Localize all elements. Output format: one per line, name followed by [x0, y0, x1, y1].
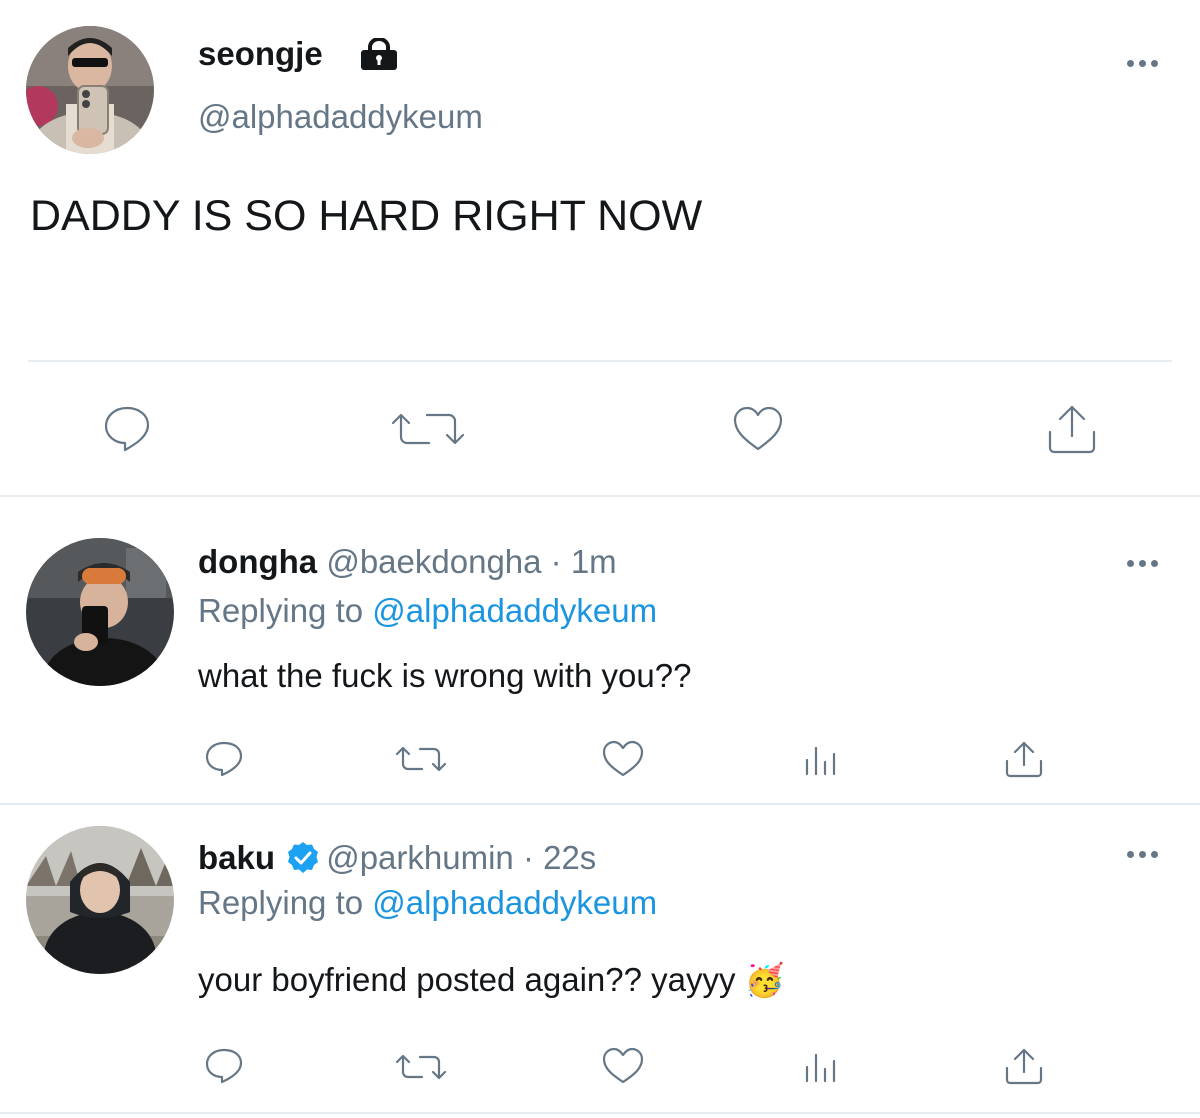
party-face-emoji: 🥳 [744, 962, 785, 998]
reply-header: baku @parkhumin · 22s [198, 836, 596, 880]
divider [0, 803, 1200, 805]
like-icon[interactable] [601, 740, 645, 778]
like-icon[interactable] [732, 405, 784, 453]
reply-header: dongha @baekdongha · 1m [198, 540, 617, 584]
tweet-text: your boyfriend posted again?? yayyy [198, 961, 736, 998]
more-icon[interactable] [1127, 560, 1158, 567]
replying-prefix: Replying to [198, 592, 364, 629]
replying-handle-link[interactable]: @alphadaddykeum [372, 592, 657, 629]
replying-to: Replying to @alphadaddykeum [198, 881, 657, 925]
divider [0, 1112, 1200, 1114]
avatar[interactable] [26, 26, 154, 154]
reply-icon[interactable] [204, 740, 244, 778]
analytics-icon[interactable] [803, 744, 847, 778]
replying-prefix: Replying to [198, 884, 364, 921]
avatar[interactable] [26, 826, 174, 974]
avatar[interactable] [26, 538, 174, 686]
display-name[interactable]: seongje [198, 34, 323, 74]
like-icon[interactable] [601, 1047, 645, 1085]
analytics-icon[interactable] [803, 1051, 847, 1085]
handle-time[interactable]: @baekdongha · 1m [326, 543, 616, 580]
retweet-icon[interactable] [392, 1050, 450, 1084]
lock-icon [359, 38, 399, 71]
share-icon[interactable] [1003, 739, 1045, 779]
display-name[interactable]: dongha [198, 543, 317, 580]
display-name[interactable]: baku [198, 839, 275, 876]
reply-icon[interactable] [102, 405, 152, 453]
handle[interactable]: @alphadaddykeum [198, 97, 483, 137]
verified-badge-icon [286, 841, 320, 875]
reply-icon[interactable] [204, 1047, 244, 1085]
replying-to: Replying to @alphadaddykeum [198, 589, 657, 633]
more-icon[interactable] [1127, 60, 1158, 67]
retweet-icon[interactable] [383, 407, 473, 451]
retweet-icon[interactable] [392, 742, 450, 776]
handle-time[interactable]: @parkhumin · 22s [326, 839, 596, 876]
share-icon[interactable] [1003, 1046, 1045, 1086]
tweet-text: DADDY IS SO HARD RIGHT NOW [30, 192, 703, 240]
replying-handle-link[interactable]: @alphadaddykeum [372, 884, 657, 921]
share-icon[interactable] [1044, 402, 1100, 456]
tweet-text-row: your boyfriend posted again?? yayyy 🥳 [198, 958, 785, 1002]
more-icon[interactable] [1127, 851, 1158, 858]
divider [28, 360, 1172, 362]
tweet-text: what the fuck is wrong with you?? [198, 657, 692, 694]
divider [0, 495, 1200, 497]
